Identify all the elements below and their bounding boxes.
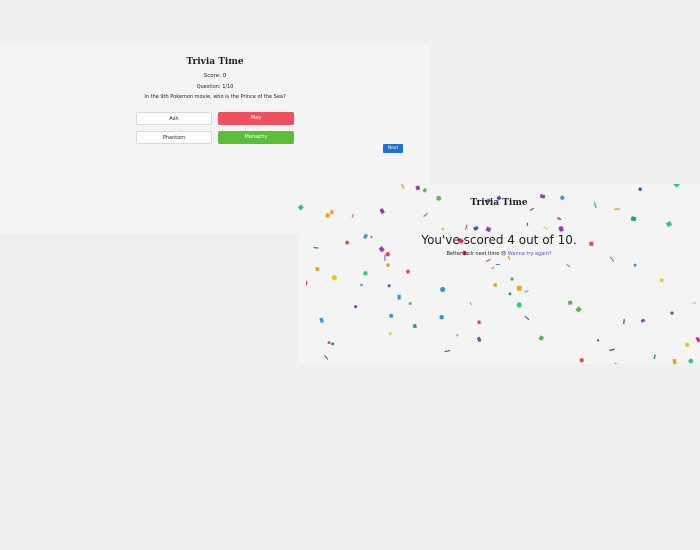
confetti-piece <box>401 184 405 189</box>
confetti-piece <box>422 187 428 193</box>
confetti-piece <box>567 300 573 306</box>
confetti-piece <box>327 341 331 345</box>
confetti-piece <box>633 263 637 267</box>
confetti-piece <box>526 222 529 227</box>
answer-button-manaphy-correct[interactable]: Manaphy <box>218 131 294 144</box>
next-button[interactable]: Next <box>383 144 403 153</box>
confetti-piece <box>473 225 479 231</box>
question-counter: Question: 1/10 <box>196 84 234 90</box>
confetti-piece <box>640 318 646 323</box>
confetti-piece <box>524 290 529 293</box>
confetti-piece <box>408 302 412 306</box>
confetti-piece <box>354 305 358 309</box>
confetti-piece <box>405 269 411 275</box>
confetti-piece <box>386 263 390 267</box>
confetti-piece <box>508 292 512 296</box>
confetti-piece <box>441 227 445 231</box>
confetti-piece <box>609 256 615 262</box>
confetti-piece <box>672 358 677 364</box>
sad-face-icon: 😞 <box>500 251 507 257</box>
result-panel: Trivia Time You've scored 4 out of 10. B… <box>298 184 700 364</box>
confetti-piece <box>360 283 363 287</box>
confetti-piece <box>315 267 320 271</box>
confetti-piece <box>379 208 385 215</box>
confetti-piece <box>415 185 421 191</box>
confetti-piece <box>516 302 522 308</box>
answer-button-phantom[interactable]: Phantom <box>136 131 212 144</box>
result-message: Better luck next time <box>446 251 500 257</box>
quiz-title: Trivia Time <box>186 57 244 67</box>
confetti-piece <box>596 339 600 342</box>
question-text: In the 9th Pokemon movie, who is the Pri… <box>144 94 286 100</box>
confetti-piece <box>351 213 354 218</box>
confetti-piece <box>319 317 324 324</box>
confetti-piece <box>331 274 337 281</box>
confetti-piece <box>659 278 664 283</box>
confetti-piece <box>566 263 571 268</box>
confetti-piece <box>397 294 401 300</box>
confetti-layer <box>298 184 700 364</box>
result-message-line: Better luck next time 😞 Wanna try again? <box>298 251 700 257</box>
confetti-piece <box>329 209 334 215</box>
confetti-piece <box>510 277 514 281</box>
confetti-piece <box>609 348 615 351</box>
confetti-piece <box>653 354 656 360</box>
confetti-piece <box>363 271 368 276</box>
confetti-piece <box>387 284 391 288</box>
confetti-piece <box>579 358 584 363</box>
confetti-piece <box>439 314 444 320</box>
confetti-piece <box>389 313 394 318</box>
confetti-piece <box>465 224 468 230</box>
confetti-piece <box>623 319 625 324</box>
confetti-piece <box>695 336 700 343</box>
confetti-piece <box>665 221 673 228</box>
confetti-piece <box>612 362 619 364</box>
confetti-piece <box>692 302 697 304</box>
confetti-piece <box>412 323 417 329</box>
try-again-link[interactable]: Wanna try again? <box>508 251 552 257</box>
score-label: Score: 0 <box>203 73 227 79</box>
answer-button-ash[interactable]: Ash <box>136 112 212 125</box>
confetti-piece <box>324 355 329 360</box>
confetti-piece <box>389 332 392 335</box>
confetti-piece <box>524 315 530 321</box>
confetti-piece <box>558 225 564 232</box>
answer-button-may-wrong[interactable]: May <box>218 112 294 125</box>
confetti-piece <box>423 212 428 218</box>
confetti-piece <box>440 286 446 293</box>
confetti-piece <box>444 350 451 353</box>
confetti-piece <box>630 216 637 222</box>
confetti-piece <box>495 263 500 266</box>
confetti-piece <box>638 187 642 191</box>
confetti-piece <box>331 342 335 346</box>
confetti-piece <box>469 302 472 306</box>
confetti-piece <box>673 184 680 188</box>
confetti-piece <box>556 217 562 221</box>
confetti-piece <box>670 311 674 315</box>
confetti-piece <box>685 342 690 347</box>
confetti-piece <box>325 213 330 218</box>
confetti-piece <box>477 320 481 325</box>
result-title: Trivia Time <box>470 198 528 208</box>
confetti-piece <box>456 334 459 337</box>
confetti-piece <box>491 266 495 270</box>
confetti-piece <box>516 285 522 291</box>
confetti-piece <box>485 258 491 263</box>
final-score: You've scored 4 out of 10. <box>421 233 577 247</box>
confetti-piece <box>305 280 308 286</box>
confetti-piece <box>538 335 545 341</box>
confetti-piece <box>543 226 549 230</box>
confetti-piece <box>614 208 620 211</box>
confetti-piece <box>485 226 492 233</box>
confetti-piece <box>575 306 582 313</box>
confetti-piece <box>688 358 694 364</box>
confetti-piece <box>476 336 482 343</box>
confetti-piece <box>493 283 497 287</box>
confetti-piece <box>313 246 319 249</box>
confetti-piece <box>529 207 534 211</box>
